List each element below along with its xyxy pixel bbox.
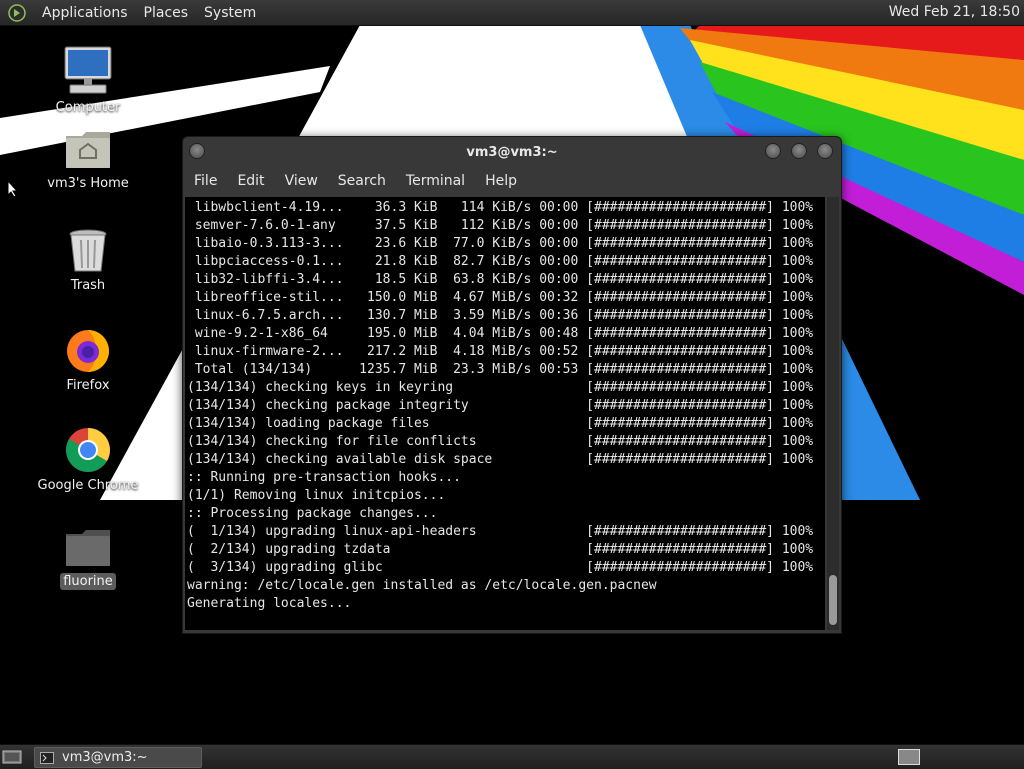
menu-search[interactable]: Search — [328, 173, 396, 189]
menu-file[interactable]: File — [183, 173, 227, 189]
show-desktop-icon[interactable] — [2, 749, 22, 765]
distro-logo-icon[interactable] — [8, 3, 26, 22]
desktop-icon-label: vm3's Home — [47, 176, 129, 191]
firefox-icon — [67, 330, 109, 372]
terminal-line: ( 3/134) upgrading glibc [##############… — [187, 560, 814, 575]
menu-system[interactable]: System — [196, 5, 264, 21]
terminal-line: :: Running pre-transaction hooks... — [187, 470, 461, 485]
bottom-panel: vm3@vm3:~ — [0, 744, 1024, 769]
window-title: vm3@vm3:~ — [466, 145, 558, 160]
terminal-line: libwbclient-4.19... 36.3 KiB 114 KiB/s 0… — [187, 200, 814, 215]
terminal-line: (134/134) checking keys in keyring [####… — [187, 380, 814, 395]
menu-applications[interactable]: Applications — [34, 5, 136, 21]
terminal-line: libpciaccess-0.1... 21.8 KiB 82.7 KiB/s … — [187, 254, 814, 269]
desktop-icon-computer[interactable]: Computer — [28, 44, 148, 116]
trash-icon — [69, 229, 107, 272]
terminal-line: (134/134) checking package integrity [##… — [187, 398, 814, 413]
terminal-line: ( 1/134) upgrading linux-api-headers [##… — [187, 524, 814, 539]
terminal-line: (134/134) loading package files [#######… — [187, 416, 814, 431]
desktop-icon-trash[interactable]: Trash — [28, 228, 148, 294]
terminal-line: linux-6.7.5.arch... 130.7 MiB 3.59 MiB/s… — [187, 308, 814, 323]
menu-places[interactable]: Places — [136, 5, 197, 21]
desktop-icon-label: Firefox — [66, 378, 110, 393]
menu-view[interactable]: View — [275, 173, 328, 189]
menu-help[interactable]: Help — [475, 173, 527, 189]
minimize-button[interactable] — [765, 143, 781, 159]
desktop-icon-label: fluorine — [60, 573, 116, 590]
desktop-icon-label: Google Chrome — [37, 478, 139, 493]
computer-icon — [64, 46, 112, 94]
desktop-icon-chrome[interactable]: Google Chrome — [28, 426, 148, 494]
terminal-line: wine-9.2-1-x86_64 195.0 MiB 4.04 MiB/s 0… — [187, 326, 814, 341]
terminal-output[interactable]: libwbclient-4.19... 36.3 KiB 114 KiB/s 0… — [185, 197, 825, 630]
mouse-pointer-icon — [7, 180, 19, 198]
clock[interactable]: Wed Feb 21, 18:50 — [889, 4, 1020, 20]
terminal-line: Total (134/134) 1235.7 MiB 23.3 MiB/s 00… — [187, 362, 814, 377]
terminal-line: linux-firmware-2... 217.2 MiB 4.18 MiB/s… — [187, 344, 814, 359]
terminal-line: semver-7.6.0-1-any 37.5 KiB 112 KiB/s 00… — [187, 218, 814, 233]
terminal-line: libreoffice-stil... 150.0 MiB 4.67 MiB/s… — [187, 290, 814, 305]
terminal-line: ( 2/134) upgrading tzdata [#############… — [187, 542, 814, 557]
top-panel: Applications Places System Wed Feb 21, 1… — [0, 0, 1024, 26]
desktop-icon-label: Computer — [55, 100, 121, 115]
window-titlebar[interactable]: vm3@vm3:~ — [183, 137, 841, 168]
taskbar-window-button[interactable]: vm3@vm3:~ — [34, 747, 202, 768]
desktop-icon-firefox[interactable]: Firefox — [28, 326, 148, 394]
desktop-icon-label: Trash — [70, 278, 106, 293]
terminal-line: :: Processing package changes... — [187, 506, 438, 521]
scrollbar-thumb[interactable] — [829, 575, 837, 625]
folder-icon — [66, 530, 110, 566]
terminal-line: lib32-libffi-3.4... 18.5 KiB 63.8 KiB/s … — [187, 272, 814, 287]
close-button[interactable] — [817, 143, 833, 159]
terminal-menubar: File Edit View Search Terminal Help — [183, 169, 841, 193]
terminal-line: Generating locales... — [187, 596, 352, 611]
workspace-switcher[interactable] — [898, 749, 920, 765]
maximize-button[interactable] — [791, 143, 807, 159]
terminal-window[interactable]: vm3@vm3:~ File Edit View Search Terminal… — [182, 136, 842, 634]
terminal-scrollbar[interactable] — [827, 197, 839, 630]
menu-edit[interactable]: Edit — [227, 173, 274, 189]
menu-terminal[interactable]: Terminal — [396, 173, 475, 189]
terminal-icon — [40, 751, 54, 764]
home-folder-icon — [66, 132, 110, 168]
desktop-icon-home[interactable]: vm3's Home — [28, 128, 148, 192]
chrome-icon — [66, 428, 110, 472]
taskbar-window-label: vm3@vm3:~ — [62, 750, 148, 765]
terminal-line: (134/134) checking for file conflicts [#… — [187, 434, 814, 449]
desktop-icon-fluorine[interactable]: fluorine — [28, 528, 148, 590]
terminal-line: warning: /etc/locale.gen installed as /e… — [187, 578, 657, 593]
terminal-line: (1/1) Removing linux initcpios... — [187, 488, 446, 503]
terminal-line: libaio-0.3.113-3... 23.6 KiB 77.0 KiB/s … — [187, 236, 814, 251]
terminal-line: (134/134) checking available disk space … — [187, 452, 814, 467]
terminal-text: libwbclient-4.19... 36.3 KiB 114 KiB/s 0… — [185, 197, 825, 613]
